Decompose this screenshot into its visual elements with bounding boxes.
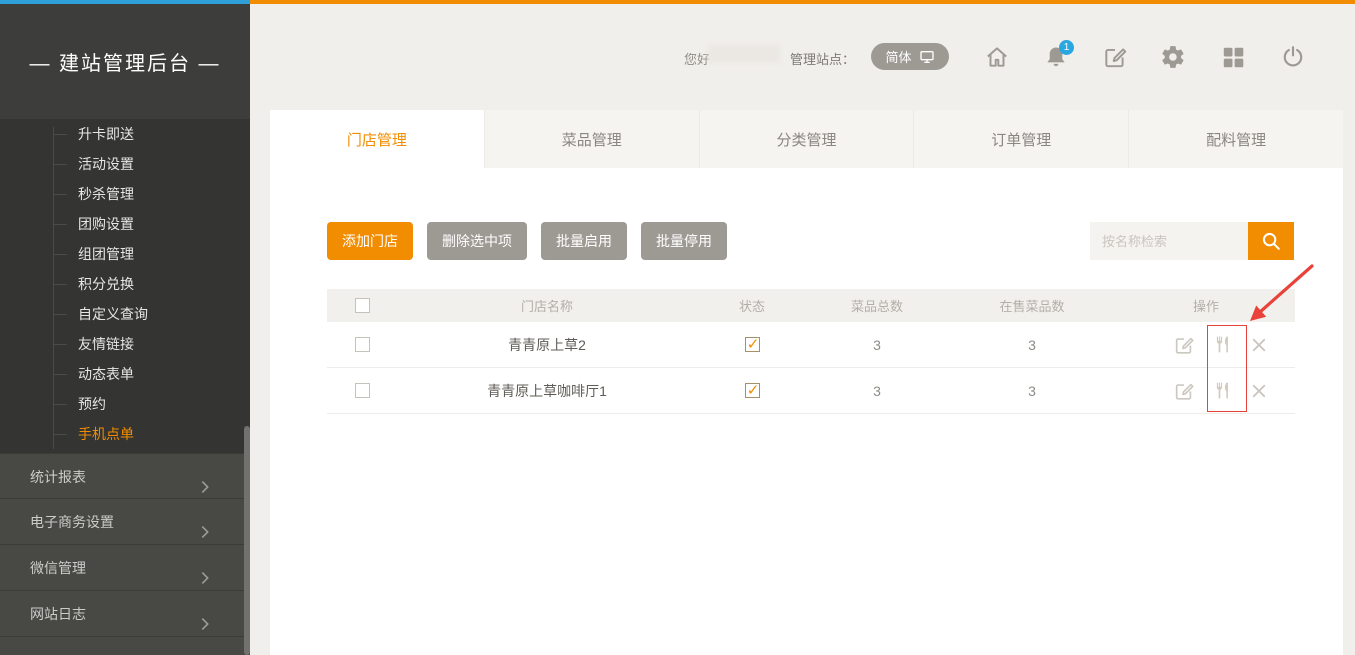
status-checkbox[interactable] [745, 383, 760, 398]
cutlery-icon[interactable] [1212, 334, 1233, 355]
edit-icon[interactable] [1102, 44, 1128, 70]
edit-icon[interactable] [1173, 334, 1195, 356]
tab-ingredient-management[interactable]: 配料管理 [1128, 110, 1343, 168]
sidebar-item[interactable]: 秒杀管理 [0, 179, 250, 209]
tab-order-management[interactable]: 订单管理 [913, 110, 1128, 168]
col-header-dish-total: 菜品总数 [807, 296, 947, 315]
sidebar-section[interactable]: 网站日志 [0, 591, 250, 637]
store-name: 青青原上草咖啡厅1 [397, 381, 697, 401]
row-checkbox[interactable] [355, 337, 370, 352]
delete-icon[interactable] [1250, 382, 1268, 400]
sidebar-item[interactable]: 预约 [0, 389, 250, 419]
col-header-on-sale: 在售菜品数 [947, 296, 1117, 315]
chevron-right-icon [196, 605, 214, 623]
table-row: 青青原上草2 3 3 [327, 322, 1295, 368]
sidebar-section[interactable]: 微信管理 [0, 545, 250, 591]
delete-icon[interactable] [1250, 336, 1268, 354]
app-title: — 建站管理后台 — [0, 4, 250, 119]
table-row: 青青原上草咖啡厅1 3 3 [327, 368, 1295, 414]
col-header-actions: 操作 [1117, 296, 1295, 315]
topbar-stripe-orange [250, 0, 1355, 4]
content-panel: 添加门店 删除选中项 批量启用 批量停用 门店名称 状态 菜品总数 在售菜品数 … [270, 168, 1343, 655]
sidebar-item[interactable]: 活动设置 [0, 149, 250, 179]
gear-icon[interactable] [1160, 44, 1186, 70]
table-header-row: 门店名称 状态 菜品总数 在售菜品数 操作 [327, 289, 1295, 322]
site-label: 管理站点： [790, 49, 855, 68]
sidebar-section[interactable]: 统计报表 [0, 453, 250, 499]
search-box [1090, 222, 1294, 260]
dish-total: 3 [807, 337, 947, 353]
store-name: 青青原上草2 [397, 335, 697, 355]
tab-category-management[interactable]: 分类管理 [699, 110, 914, 168]
sidebar-item[interactable]: 积分兑换 [0, 269, 250, 299]
notification-badge: 1 [1059, 40, 1074, 55]
sidebar-item[interactable]: 团购设置 [0, 209, 250, 239]
power-icon[interactable] [1280, 44, 1306, 70]
username-redacted [708, 45, 780, 63]
language-site-button[interactable]: 简体 [871, 43, 949, 70]
sidebar: — 建站管理后台 — 升卡即送 活动设置 秒杀管理 团购设置 组团管理 积分兑换… [0, 4, 250, 655]
chevron-right-icon [196, 559, 214, 577]
select-all-checkbox[interactable] [355, 298, 370, 313]
row-actions [1117, 380, 1295, 402]
search-button[interactable] [1248, 222, 1294, 260]
delete-selected-button[interactable]: 删除选中项 [427, 222, 527, 260]
sidebar-submenu: 升卡即送 活动设置 秒杀管理 团购设置 组团管理 积分兑换 自定义查询 友情链接… [0, 119, 250, 449]
sidebar-section[interactable]: 电子商务设置 [0, 499, 250, 545]
chevron-right-icon [196, 513, 214, 531]
cutlery-icon[interactable] [1212, 380, 1233, 401]
sidebar-item-phone-order[interactable]: 手机点单 [0, 419, 250, 449]
edit-icon[interactable] [1173, 380, 1195, 402]
add-store-button[interactable]: 添加门店 [327, 222, 413, 260]
tab-store-management[interactable]: 门店管理 [270, 110, 484, 168]
tab-dish-management[interactable]: 菜品管理 [484, 110, 699, 168]
sidebar-sections: 统计报表 电子商务设置 微信管理 网站日志 [0, 453, 250, 655]
toolbar: 添加门店 删除选中项 批量启用 批量停用 [327, 222, 727, 260]
dish-on-sale: 3 [947, 337, 1117, 353]
sidebar-item[interactable]: 组团管理 [0, 239, 250, 269]
tabbar: 门店管理 菜品管理 分类管理 订单管理 配料管理 [270, 110, 1343, 168]
row-checkbox[interactable] [355, 383, 370, 398]
store-table: 门店名称 状态 菜品总数 在售菜品数 操作 青青原上草2 3 3 [327, 289, 1295, 414]
greeting-text: 您好 [684, 49, 710, 68]
monitor-icon [919, 49, 935, 64]
sidebar-item[interactable]: 友情链接 [0, 329, 250, 359]
search-input[interactable] [1090, 222, 1248, 260]
dish-total: 3 [807, 383, 947, 399]
dish-on-sale: 3 [947, 383, 1117, 399]
home-icon[interactable] [984, 44, 1010, 70]
bell-icon[interactable]: 1 [1043, 44, 1069, 70]
batch-disable-button[interactable]: 批量停用 [641, 222, 727, 260]
magnifier-icon [1260, 230, 1282, 252]
batch-enable-button[interactable]: 批量启用 [541, 222, 627, 260]
sidebar-item[interactable]: 动态表单 [0, 359, 250, 389]
col-header-name: 门店名称 [397, 296, 697, 315]
sidebar-item[interactable]: 自定义查询 [0, 299, 250, 329]
sidebar-item[interactable]: 升卡即送 [0, 119, 250, 149]
sidebar-scrollbar[interactable] [244, 426, 250, 655]
row-actions [1117, 334, 1295, 356]
grid-apps-icon[interactable] [1220, 44, 1246, 70]
status-checkbox[interactable] [745, 337, 760, 352]
col-header-status: 状态 [697, 296, 807, 315]
chevron-right-icon [196, 468, 214, 486]
